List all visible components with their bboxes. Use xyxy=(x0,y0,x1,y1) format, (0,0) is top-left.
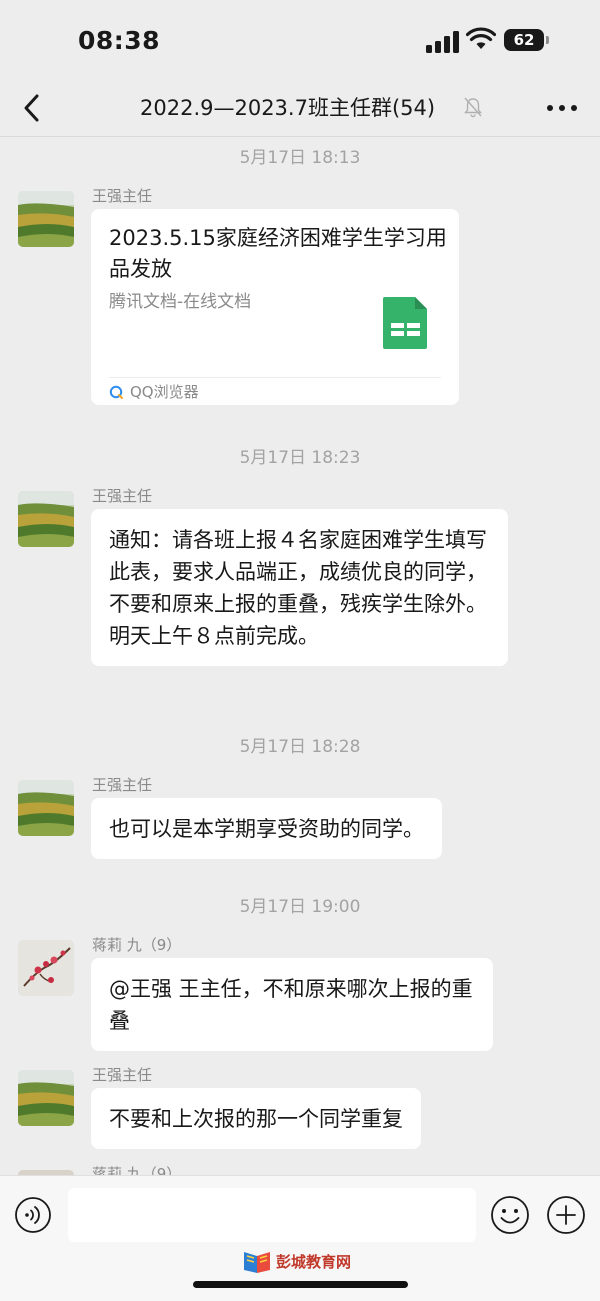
message-timestamp: 5月17日 19:00 xyxy=(239,897,361,917)
mute-bell-icon xyxy=(464,97,482,118)
message-group: 蒋莉 九（9） xyxy=(0,1165,600,1175)
sender-name: 蒋莉 九（9） xyxy=(92,1165,182,1175)
sender-name: 王强主任 xyxy=(92,1066,153,1084)
watermark: 彭城教育网 xyxy=(242,1250,351,1274)
shared-doc-card[interactable]: 2023.5.15家庭经济困难学生学习用品发放 腾讯文档-在线文档 QQ浏览器 xyxy=(91,209,459,405)
avatar[interactable] xyxy=(18,191,74,247)
avatar-plum-blossom-image xyxy=(18,940,74,996)
sender-name: 王强主任 xyxy=(92,776,153,794)
input-bar: 彭城教育网 xyxy=(0,1175,600,1301)
doc-title: 2023.5.15家庭经济困难学生学习用品发放 xyxy=(109,226,447,281)
card-app-source: QQ浏览器 xyxy=(130,383,199,401)
sender-name: 蒋莉 九（9） xyxy=(92,936,182,954)
home-indicator xyxy=(193,1281,408,1288)
avatar[interactable] xyxy=(18,1070,74,1126)
card-divider xyxy=(109,377,441,378)
avatar[interactable] xyxy=(18,940,74,996)
sender-name: 王强主任 xyxy=(92,187,153,205)
avatar-landscape-image xyxy=(18,491,74,547)
message-group: 5月17日 18:28 王强主任 也可以是本学期享受资助的同学。 xyxy=(0,726,600,859)
wifi-icon xyxy=(466,27,496,49)
status-time: 08:38 xyxy=(78,26,161,55)
message-bubble[interactable]: 也可以是本学期享受资助的同学。 xyxy=(91,798,442,859)
battery-level: 62 xyxy=(504,29,544,51)
message-bubble[interactable]: 不要和上次报的那一个同学重复 xyxy=(91,1088,421,1149)
spreadsheet-icon xyxy=(383,297,427,349)
chat-area[interactable]: 5月17日 18:13 王强主任 2023.5.15家庭经济困难学生学习用品发放… xyxy=(0,137,600,1175)
cellular-signal-icon xyxy=(426,31,459,53)
watermark-text: 彭城教育网 xyxy=(276,1253,352,1271)
avatar-landscape-image xyxy=(18,780,74,836)
back-arrow-icon[interactable] xyxy=(16,88,48,128)
message-group: 王强主任 不要和上次报的那一个同学重复 xyxy=(0,1062,600,1162)
emoji-icon[interactable] xyxy=(490,1195,530,1235)
avatar[interactable] xyxy=(18,491,74,547)
sender-name: 王强主任 xyxy=(92,487,153,505)
battery-tip xyxy=(546,36,549,44)
message-group: 5月17日 18:13 王强主任 2023.5.15家庭经济困难学生学习用品发放… xyxy=(0,137,600,407)
message-timestamp: 5月17日 18:28 xyxy=(239,737,361,757)
more-icon[interactable] xyxy=(542,94,582,122)
doc-source: 腾讯文档-在线文档 xyxy=(109,292,252,312)
plus-icon[interactable] xyxy=(546,1195,586,1235)
book-logo-icon xyxy=(244,1252,270,1273)
chat-title: 2022.9—2023.7班主任群(54) xyxy=(140,96,436,120)
message-bubble[interactable]: @王强 王主任，不和原来哪次上报的重叠 xyxy=(91,958,493,1051)
message-bubble[interactable]: 通知：请各班上报４名家庭困难学生填写此表，要求人品端正，成绩优良的同学，不要和原… xyxy=(91,509,508,666)
nav-bar: 2022.9—2023.7班主任群(54) xyxy=(0,80,600,137)
message-timestamp: 5月17日 18:23 xyxy=(239,448,361,468)
message-timestamp: 5月17日 18:13 xyxy=(239,148,361,168)
avatar[interactable] xyxy=(18,780,74,836)
message-group: 5月17日 19:00 蒋莉 九（9） @王强 王主任，不和原来哪次上报的重叠 xyxy=(0,886,600,1056)
avatar-landscape-image xyxy=(18,191,74,247)
qq-browser-icon xyxy=(109,385,123,399)
status-bar: 08:38 62 xyxy=(0,0,600,80)
avatar-landscape-image xyxy=(18,1070,74,1126)
message-group: 5月17日 18:23 王强主任 通知：请各班上报４名家庭困难学生填写此表，要求… xyxy=(0,437,600,697)
message-input[interactable] xyxy=(68,1188,476,1242)
voice-icon[interactable] xyxy=(14,1196,52,1234)
